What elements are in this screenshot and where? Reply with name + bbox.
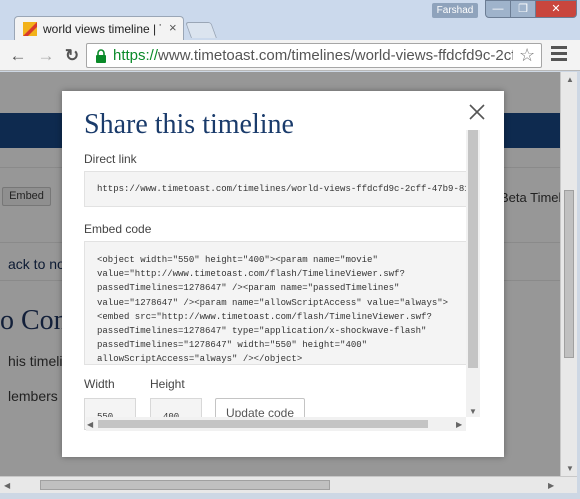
url-scheme: https:// (113, 47, 159, 64)
scroll-down-icon[interactable]: ▼ (566, 464, 574, 473)
embed-code-line: passedTimelines=1278647" type="applicati… (97, 326, 427, 337)
url-path: www.timetoast.com/timelines/world-views-… (158, 47, 513, 64)
scroll-down-icon[interactable]: ▼ (469, 407, 477, 416)
embed-code-line: allowScriptAccess="always" /></object> (97, 354, 303, 365)
page-vertical-scrollbar[interactable]: ▲ ▼ (560, 72, 577, 476)
direct-link-field[interactable]: https://www.timetoast.com/timelines/worl… (84, 171, 468, 207)
browser-tab[interactable]: world views timeline | Timetoast timelin… (14, 16, 184, 40)
close-window-button[interactable]: ✕ (535, 0, 577, 18)
embed-code-line: passedTimelines="1278647" width="550" he… (97, 340, 368, 351)
scroll-thumb[interactable] (564, 190, 574, 358)
scroll-thumb[interactable] (40, 480, 330, 490)
scroll-thumb[interactable] (98, 420, 428, 428)
address-bar[interactable]: https://www.timetoast.com/timelines/worl… (86, 43, 542, 68)
embed-code-line: <object width="550" height="400"><param … (97, 255, 378, 265)
forward-button[interactable]: → (36, 46, 56, 66)
width-label: Width (84, 377, 115, 391)
height-label: Height (150, 377, 185, 391)
embed-code-line: passedTimelines=1278647" /><param name="… (97, 283, 400, 294)
modal-vertical-scrollbar[interactable]: ▼ (466, 130, 480, 417)
embed-code-textarea[interactable]: <object width="550" height="400"><param … (84, 241, 468, 365)
share-timeline-modal: Share this timeline Direct link https://… (62, 91, 504, 457)
timeline-text: his timeli (8, 353, 63, 369)
embed-button[interactable]: Embed (2, 187, 51, 206)
scroll-right-icon[interactable]: ▶ (456, 420, 462, 429)
scroll-right-icon[interactable]: ▶ (548, 481, 554, 490)
modal-title: Share this timeline (84, 109, 294, 140)
direct-link-label: Direct link (84, 152, 137, 166)
beta-timeline-link[interactable]: Beta Timeli (500, 190, 560, 205)
embed-code-line: <embed src="http://www.timetoast.com/fla… (97, 311, 432, 322)
scroll-thumb[interactable] (468, 130, 478, 368)
modal-horizontal-scrollbar[interactable]: ◀ ▶ (86, 417, 466, 431)
browser-toolbar: ← → ↻ https://www.timetoast.com/timeline… (0, 40, 580, 71)
close-icon[interactable] (467, 102, 487, 122)
embed-code-line: value="1278647" /><param name="allowScri… (97, 297, 449, 308)
minimize-button[interactable]: — (485, 0, 511, 18)
scroll-up-icon[interactable]: ▲ (566, 75, 574, 84)
lock-icon (96, 49, 106, 63)
new-tab-button[interactable] (185, 22, 217, 38)
embed-code-line: value="http://www.timetoast.com/flash/Ti… (97, 269, 405, 280)
page-horizontal-scrollbar[interactable]: ◀ ▶ (0, 476, 577, 493)
embed-code-label: Embed code (84, 222, 152, 236)
back-link[interactable]: ack to no (8, 256, 65, 272)
tab-strip: world views timeline | Timetoast timelin… (0, 0, 580, 40)
back-button[interactable]: ← (8, 46, 28, 66)
reload-button[interactable]: ↻ (62, 46, 82, 66)
url-text: https://www.timetoast.com/timelines/worl… (113, 47, 513, 64)
scroll-left-icon[interactable]: ◀ (4, 481, 10, 490)
maximize-button[interactable]: ❐ (510, 0, 536, 18)
members-text: lembers c (8, 388, 69, 404)
page-heading: o Con (0, 305, 68, 336)
hamburger-menu-icon[interactable] (551, 46, 567, 64)
timetoast-favicon-icon (23, 22, 37, 36)
bookmark-star-icon[interactable]: ☆ (519, 45, 535, 66)
tab-title: world views timeline | Timetoast timelin… (43, 22, 161, 36)
tab-close-icon[interactable]: × (169, 20, 177, 35)
profile-button[interactable]: Farshad (432, 3, 478, 18)
scroll-left-icon[interactable]: ◀ (87, 420, 93, 429)
